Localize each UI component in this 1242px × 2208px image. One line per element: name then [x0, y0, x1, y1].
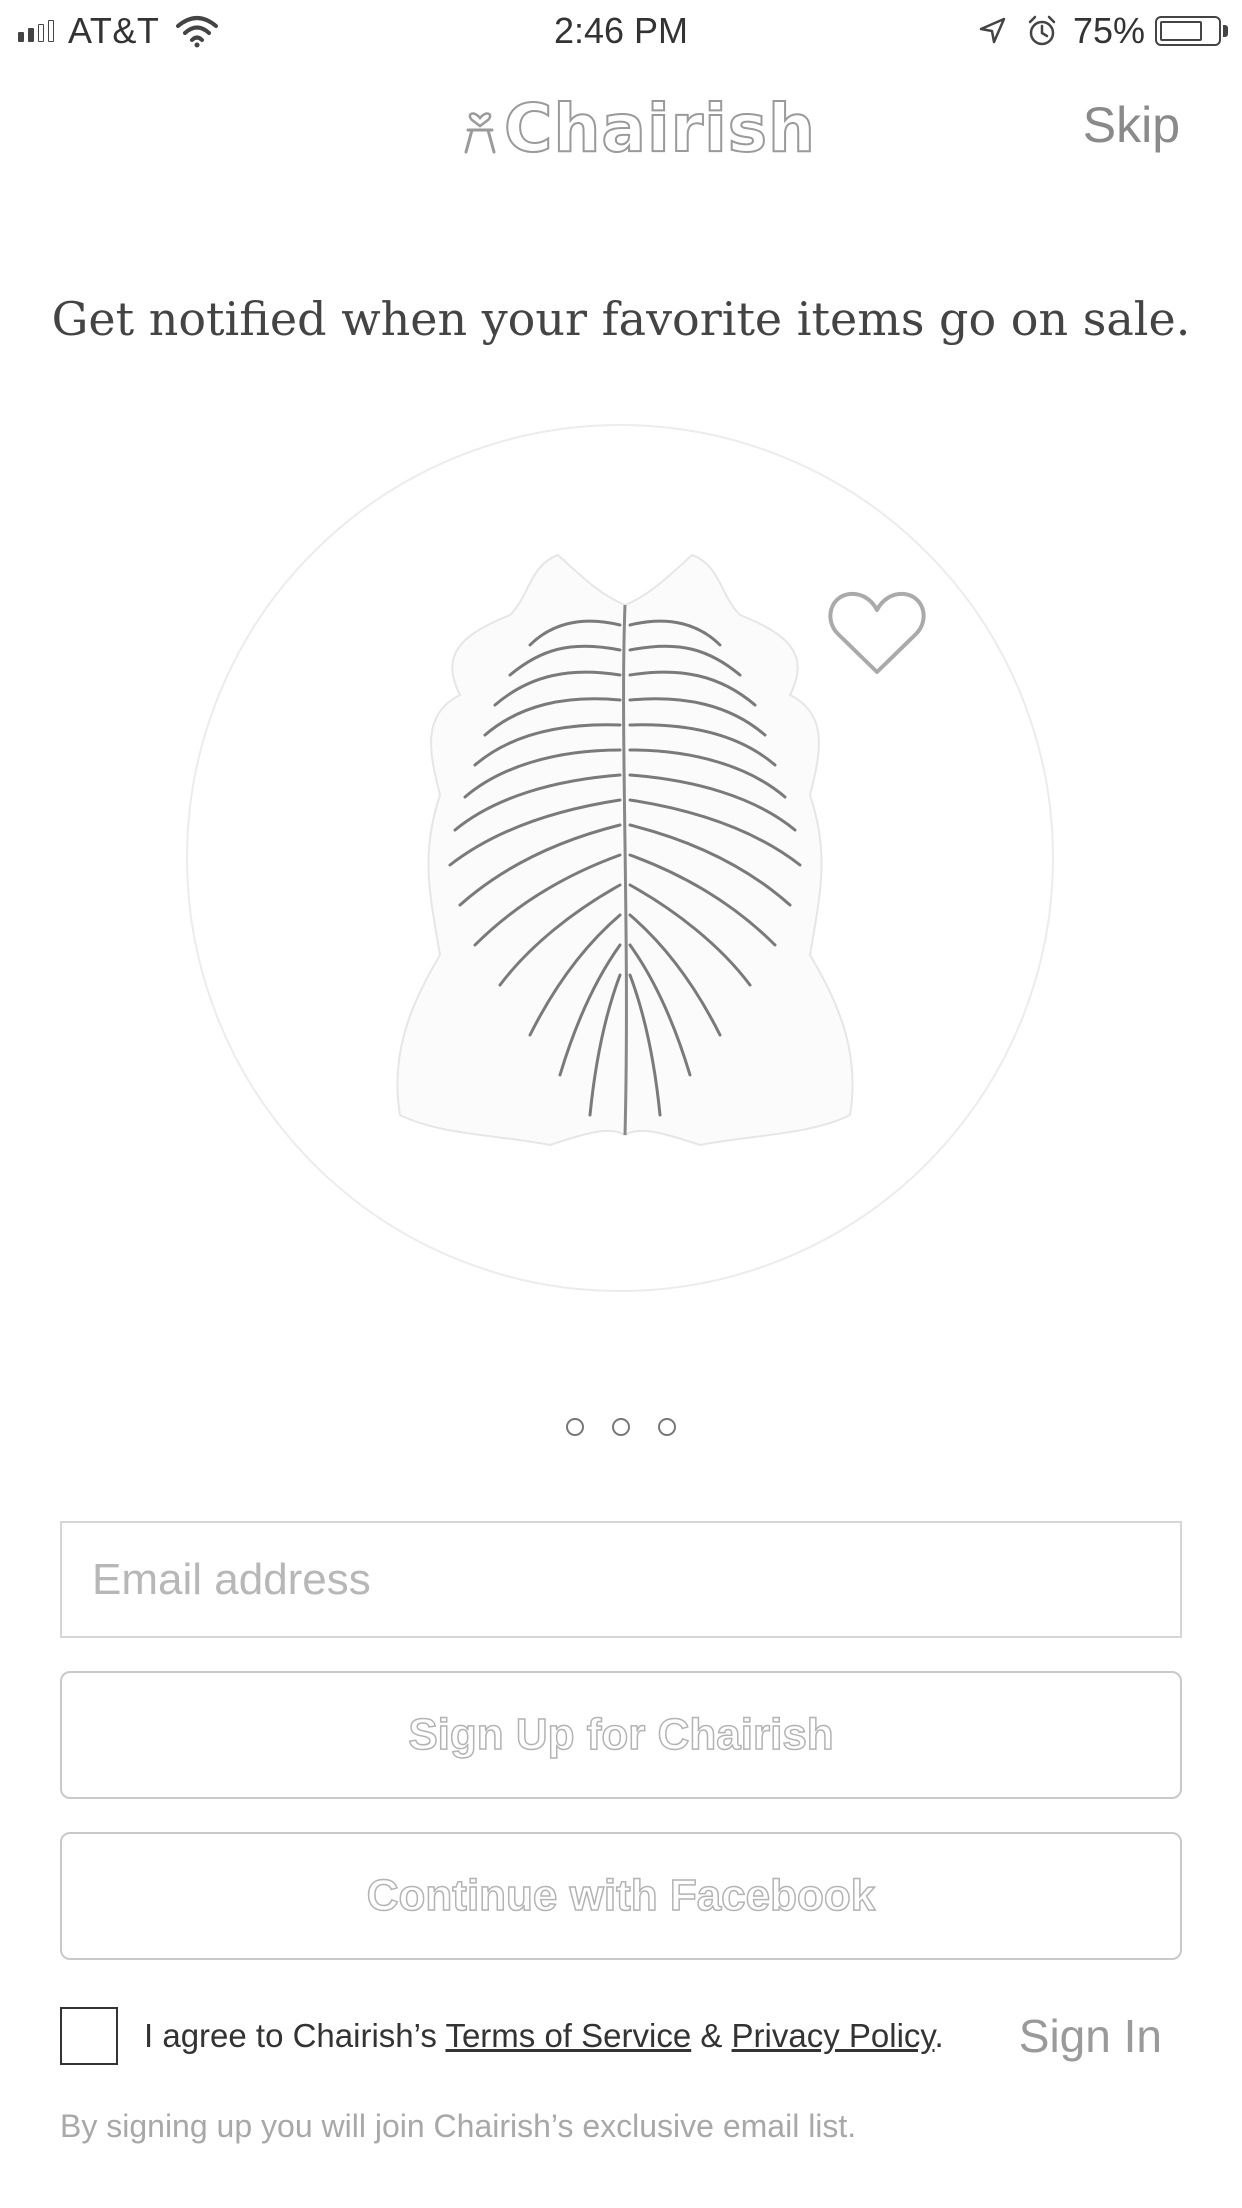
status-bar-right: 75%: [977, 8, 1228, 54]
onboarding-headline: Get notified when your favorite items go…: [51, 292, 1191, 346]
skip-button[interactable]: Skip: [1083, 96, 1180, 154]
sign-in-link[interactable]: Sign In: [1019, 2009, 1162, 2063]
chair-heart-icon: [464, 112, 496, 154]
privacy-policy-link[interactable]: Privacy Policy: [732, 2017, 935, 2054]
carousel-pagination: [0, 1418, 1242, 1436]
status-bar: AT&T 2:46 PM 75%: [0, 0, 1242, 62]
terms-of-service-link[interactable]: Terms of Service: [445, 2017, 691, 2054]
agree-prefix: I agree to Chairish’s: [144, 2017, 437, 2054]
chairish-logo: Chairish: [460, 89, 817, 168]
alarm-icon: [1028, 15, 1056, 46]
zebra-hide-rug-image[interactable]: [380, 535, 870, 1165]
battery-icon: [1155, 16, 1221, 46]
terms-agreement-row: I agree to Chairish’s Terms of Service &…: [60, 2006, 1182, 2066]
logo-text: Chairish: [503, 89, 817, 168]
battery-percent: 75%: [1072, 10, 1145, 51]
heart-icon[interactable]: [826, 588, 928, 680]
agree-suffix: .: [934, 2017, 944, 2054]
battery-nub: [1223, 25, 1228, 37]
pagination-dot-3[interactable]: [658, 1418, 676, 1436]
email-field[interactable]: [60, 1521, 1182, 1638]
sign-up-button[interactable]: Sign Up for Chairish: [60, 1671, 1182, 1799]
terms-checkbox[interactable]: [60, 2007, 118, 2065]
agree-and: &: [700, 2017, 723, 2054]
location-arrow-icon: [979, 17, 1006, 44]
pagination-dot-1[interactable]: [566, 1418, 584, 1436]
email-list-footnote: By signing up you will join Chairish’s e…: [60, 2108, 857, 2144]
pagination-dot-2[interactable]: [612, 1418, 630, 1436]
continue-with-facebook-button[interactable]: Continue with Facebook: [60, 1832, 1182, 1960]
terms-agreement-text: I agree to Chairish’s Terms of Service &…: [144, 2017, 944, 2055]
